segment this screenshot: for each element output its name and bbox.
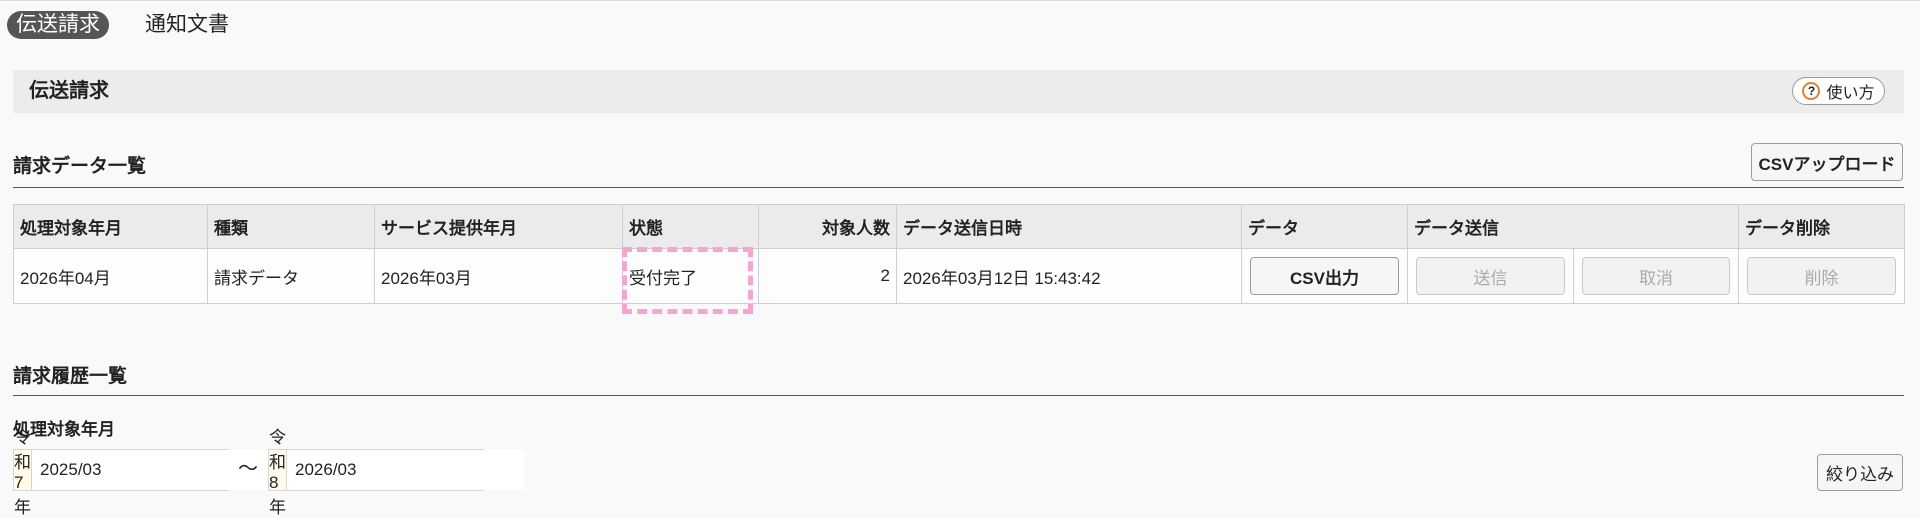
- cell-count: 2: [758, 248, 897, 304]
- col-header-sent-at: データ送信日時: [896, 204, 1242, 249]
- section-divider: [13, 187, 1904, 188]
- page-header: 伝送請求 ? 使い方: [13, 70, 1904, 113]
- date-from-era[interactable]: 令和7年: [14, 428, 32, 517]
- help-button-label: 使い方: [1826, 85, 1875, 102]
- date-to-era[interactable]: 令和8年: [269, 428, 287, 517]
- date-from-group: 令和7年: [13, 428, 269, 517]
- delete-button[interactable]: 削除: [1747, 257, 1896, 295]
- history-heading: 請求履歴一覧: [13, 366, 128, 387]
- filter-button[interactable]: 絞り込み: [1817, 454, 1903, 491]
- question-circle-icon: ?: [1802, 82, 1821, 100]
- col-header-status: 状態: [622, 204, 759, 249]
- col-header-period: 処理対象年月: [13, 204, 208, 249]
- col-header-send: データ送信: [1407, 204, 1739, 249]
- date-to-group: 令和8年: [268, 428, 524, 517]
- cell-status: 受付完了: [622, 248, 759, 304]
- date-to-input[interactable]: [287, 450, 524, 490]
- col-header-type: 種類: [207, 204, 375, 249]
- table-row: 2026年04月 請求データ 2026年03月 受付完了 2 2026年03月1…: [13, 248, 1905, 304]
- billing-table: 処理対象年月 種類 サービス提供年月 状態 対象人数 データ送信日時 データ デ…: [13, 204, 1905, 304]
- tab-denso-seikyu[interactable]: 伝送請求: [7, 11, 109, 39]
- cell-sent-at: 2026年03月12日 15:43:42: [896, 248, 1242, 304]
- tab-tsuchi-bunsho[interactable]: 通知文書: [145, 11, 229, 39]
- cell-period: 2026年04月: [13, 248, 208, 304]
- csv-upload-button[interactable]: CSVアップロード: [1751, 143, 1903, 181]
- cell-type: 請求データ: [207, 248, 375, 304]
- billing-list-heading: 請求データ一覧: [13, 156, 147, 177]
- col-header-count: 対象人数: [758, 204, 897, 249]
- section-divider: [13, 395, 1904, 396]
- range-separator: 〜: [238, 458, 258, 480]
- cell-cancel: 取消: [1573, 248, 1739, 304]
- cell-delete: 削除: [1738, 248, 1905, 304]
- help-button[interactable]: ? 使い方: [1792, 77, 1885, 105]
- cell-service-month: 2026年03月: [374, 248, 623, 304]
- col-header-data: データ: [1241, 204, 1408, 249]
- col-header-service-month: サービス提供年月: [374, 204, 623, 249]
- cancel-button[interactable]: 取消: [1582, 257, 1730, 295]
- send-button[interactable]: 送信: [1416, 257, 1565, 295]
- col-header-delete: データ削除: [1738, 204, 1905, 249]
- date-from-input[interactable]: [32, 450, 269, 490]
- page-title: 伝送請求: [29, 80, 109, 102]
- cell-csv: CSV出力: [1241, 248, 1408, 304]
- csv-export-button[interactable]: CSV出力: [1250, 257, 1399, 295]
- table-header-row: 処理対象年月 種類 サービス提供年月 状態 対象人数 データ送信日時 データ デ…: [13, 204, 1905, 249]
- cell-send: 送信: [1407, 248, 1574, 304]
